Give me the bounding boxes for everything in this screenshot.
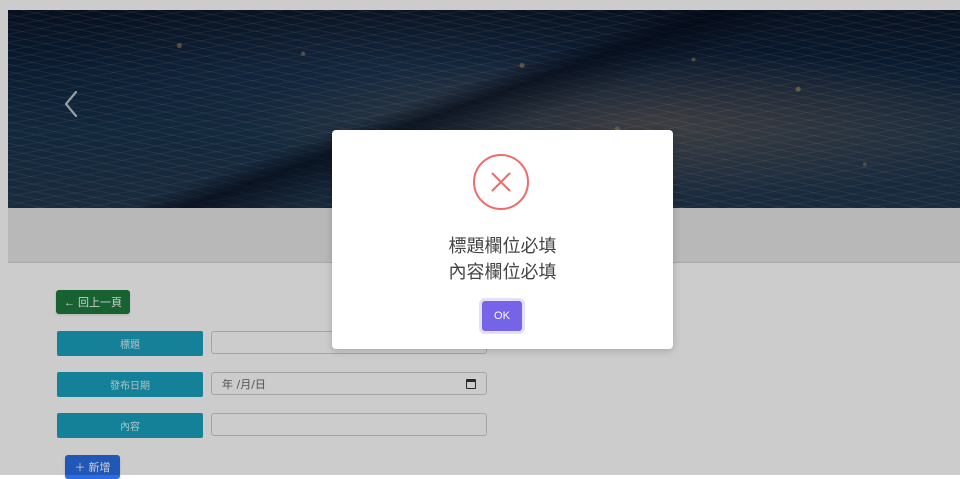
dialog-line-1: 標題欄位必填 xyxy=(448,236,557,257)
error-dialog: 標題欄位必填 內容欄位必填 OK xyxy=(332,130,673,349)
dialog-line-2: 內容欄位必填 xyxy=(448,262,557,283)
ok-button[interactable]: OK xyxy=(482,301,522,331)
error-icon xyxy=(473,154,529,210)
dialog-message: 標題欄位必填 內容欄位必填 xyxy=(332,234,673,286)
